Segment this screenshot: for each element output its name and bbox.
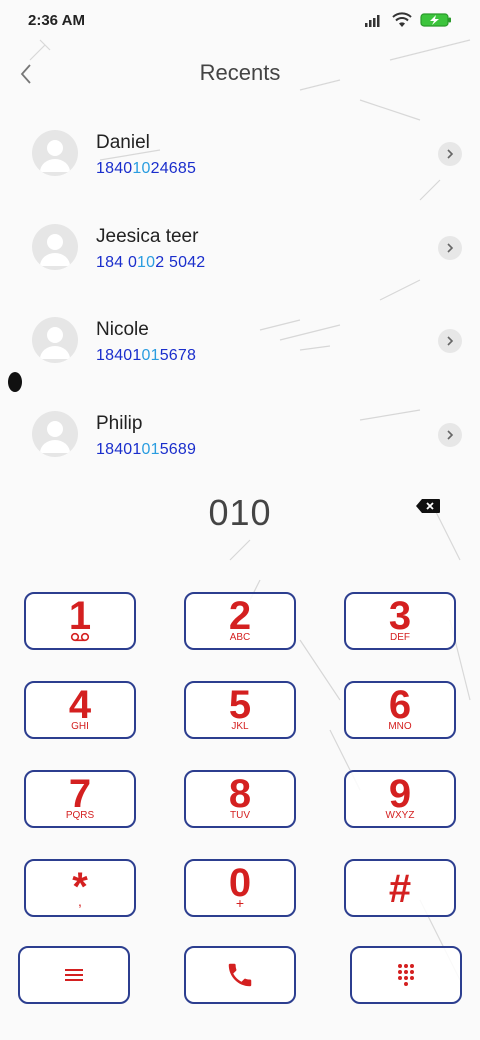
contact-number: 18401015689	[96, 440, 197, 458]
avatar	[32, 317, 78, 363]
key-4[interactable]: 4 GHI	[24, 681, 136, 739]
recents-list: Daniel 18401024685 Jeesica teer 184 0102…	[0, 110, 480, 484]
status-icons	[364, 12, 452, 28]
avatar	[32, 130, 78, 176]
chevron-right-icon	[447, 429, 454, 440]
key-digit: #	[388, 867, 412, 911]
key-6[interactable]: 6 MNO	[344, 681, 456, 739]
contact-row[interactable]: Nicole 18401015678	[0, 297, 480, 391]
contact-name: Jeesica teer	[96, 225, 199, 247]
key-letters: JKL	[231, 721, 249, 732]
chevron-right-icon	[447, 336, 454, 346]
key-0[interactable]: 0 +	[184, 859, 296, 917]
contact-row[interactable]: Jeesica teer 184 0102 5042	[0, 204, 480, 298]
contact-name: Philip	[96, 412, 143, 434]
key-5[interactable]: 5 JKL	[184, 681, 296, 739]
avatar	[32, 410, 78, 457]
key-star[interactable]: * ,	[24, 859, 136, 917]
chevron-right-icon	[447, 242, 454, 253]
key-8[interactable]: 8 TUV	[184, 770, 296, 828]
key-letters: WXYZ	[385, 810, 415, 821]
phone-icon	[228, 963, 252, 987]
person-icon	[40, 140, 70, 172]
key-letters: MNO	[388, 721, 412, 732]
status-time: 2:36 AM	[28, 12, 85, 29]
contact-name: Nicole	[96, 319, 149, 340]
key-3[interactable]: 3 DEF	[344, 592, 456, 650]
keypad-icon	[398, 964, 414, 986]
signal-icon	[365, 15, 380, 27]
contact-details-button[interactable]	[438, 235, 462, 260]
key-2[interactable]: 2 ABC	[184, 592, 296, 650]
menu-icon	[65, 969, 83, 981]
contact-number: 18401024685	[96, 160, 197, 177]
battery-charging-icon	[420, 13, 451, 27]
avatar	[32, 223, 78, 270]
key-letters: PQRS	[65, 810, 95, 821]
contact-details-button[interactable]	[438, 142, 462, 166]
contact-number: 18401015678	[96, 347, 197, 364]
status-bar: 2:36 AM	[0, 0, 480, 44]
key-1[interactable]: 1	[24, 592, 136, 650]
page-title: Recents	[199, 60, 281, 85]
call-button[interactable]	[184, 946, 296, 1004]
key-letters: +	[235, 895, 245, 911]
key-letters: DEF	[390, 632, 410, 643]
contact-row[interactable]: Daniel 18401024685	[0, 110, 480, 204]
keypad-toggle-button[interactable]	[350, 946, 462, 1004]
dialed-number: 010	[208, 492, 272, 533]
contact-details-button[interactable]	[438, 422, 462, 447]
chevron-right-icon	[447, 149, 454, 159]
key-letters: ABC	[229, 632, 251, 643]
contact-row[interactable]: Philip 18401015689	[0, 391, 480, 485]
backspace-icon	[416, 499, 440, 513]
contact-name: Daniel	[96, 132, 150, 153]
backspace-button[interactable]	[412, 496, 444, 516]
key-letters: GHI	[71, 721, 89, 732]
menu-button[interactable]	[18, 946, 130, 1004]
contact-details-button[interactable]	[438, 329, 462, 353]
header: Recents	[0, 52, 480, 96]
person-icon	[40, 233, 70, 266]
person-icon	[40, 327, 70, 359]
voicemail-icon	[26, 632, 134, 642]
dial-display: 010	[0, 488, 480, 540]
key-letters: ,	[78, 893, 82, 909]
key-hash[interactable]: #	[344, 859, 456, 917]
key-9[interactable]: 9 WXYZ	[344, 770, 456, 828]
key-letters: TUV	[230, 810, 250, 821]
key-7[interactable]: 7 PQRS	[24, 770, 136, 828]
person-icon	[40, 420, 70, 453]
wifi-icon	[392, 12, 412, 27]
contact-number: 184 0102 5042	[96, 253, 206, 271]
